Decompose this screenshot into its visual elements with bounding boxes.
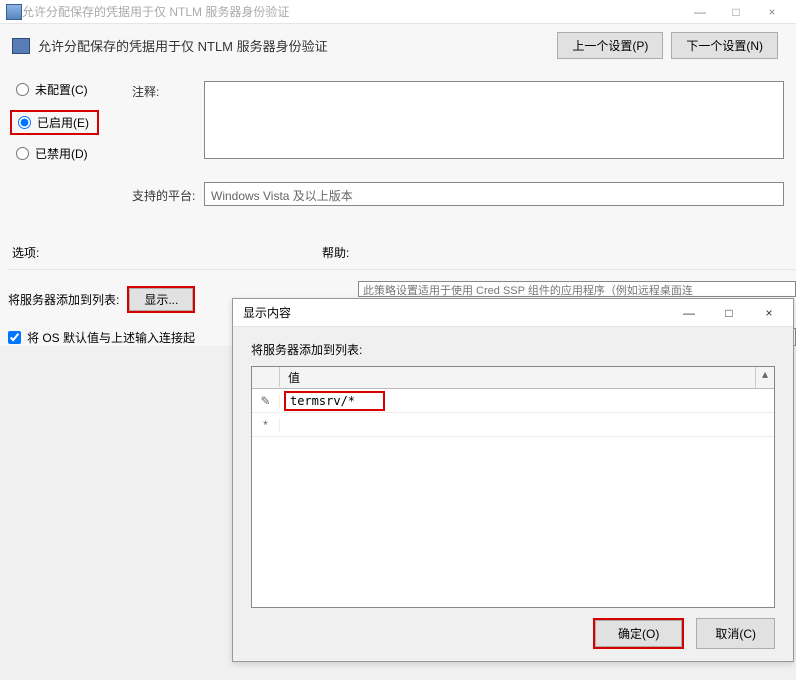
comment-label: 注释: [132,81,204,100]
concat-defaults-checkbox[interactable] [8,331,21,344]
radio-enabled-label: 已启用(E) [37,114,89,131]
grid-header-selector [252,367,280,387]
radio-disabled[interactable]: 已禁用(D) [12,145,132,162]
sub-header-row: 允许分配保存的凭据用于仅 NTLM 服务器身份验证 上一个设置(P) 下一个设置… [0,24,796,77]
grid-row[interactable]: ✎ termsrv/* [252,389,774,413]
comment-textarea[interactable] [204,81,784,159]
grid-header-value[interactable]: 值 [280,367,756,388]
grid-row[interactable]: * [252,413,774,437]
dialog-minimize-button[interactable]: — [669,306,709,320]
value-grid[interactable]: 值 ▴ ✎ termsrv/* * [251,366,775,608]
radio-enabled[interactable]: 已启用(E) [14,114,89,131]
next-setting-button[interactable]: 下一个设置(N) [671,32,778,59]
group-policy-icon [6,4,22,20]
dialog-title: 显示内容 [243,304,669,321]
dialog-ok-button[interactable]: 确定(O) [595,620,682,647]
supported-platform-label: 支持的平台: [132,185,204,204]
parent-window-title: 允许分配保存的凭据用于仅 NTLM 服务器身份验证 [22,3,682,20]
grid-row-marker-edit-icon: ✎ [252,394,280,408]
sub-header-title: 允许分配保存的凭据用于仅 NTLM 服务器身份验证 [38,36,557,55]
dialog-maximize-button[interactable]: □ [709,306,749,320]
parent-maximize-button[interactable]: □ [718,5,754,19]
help-text-stub: 此策略设置适用于使用 Cred SSP 组件的应用程序（例如远程桌面连 [358,281,796,297]
policy-icon [12,38,30,54]
grid-cell-value[interactable]: termsrv/* [284,391,385,411]
radio-not-configured-input[interactable] [16,83,29,96]
add-server-label: 将服务器添加到列表: [8,291,119,308]
radio-disabled-label: 已禁用(D) [35,145,88,162]
parent-window-titlebar: 允许分配保存的凭据用于仅 NTLM 服务器身份验证 — □ × [0,0,796,24]
show-button[interactable]: 显示... [129,288,193,311]
help-label: 帮助: [322,244,349,261]
radio-disabled-input[interactable] [16,147,29,160]
grid-scroll-up-icon[interactable]: ▴ [756,367,774,388]
parent-close-button[interactable]: × [754,5,790,19]
previous-setting-button[interactable]: 上一个设置(P) [557,32,663,59]
dialog-add-server-label: 将服务器添加到列表: [251,341,775,358]
supported-platform-value: Windows Vista 及以上版本 [204,182,784,206]
dialog-cancel-button[interactable]: 取消(C) [696,618,775,649]
radio-enabled-input[interactable] [18,116,31,129]
concat-defaults-label: 将 OS 默认值与上述输入连接起 [27,329,195,346]
dialog-titlebar: 显示内容 — □ × [233,299,793,327]
radio-not-configured[interactable]: 未配置(C) [12,81,132,98]
options-label: 选项: [12,244,322,261]
dialog-close-button[interactable]: × [749,306,789,320]
show-content-dialog: 显示内容 — □ × 将服务器添加到列表: 值 ▴ ✎ termsrv/* * [232,298,794,662]
parent-minimize-button[interactable]: — [682,5,718,19]
radio-not-configured-label: 未配置(C) [35,81,88,98]
grid-row-marker-new-icon: * [252,418,280,432]
